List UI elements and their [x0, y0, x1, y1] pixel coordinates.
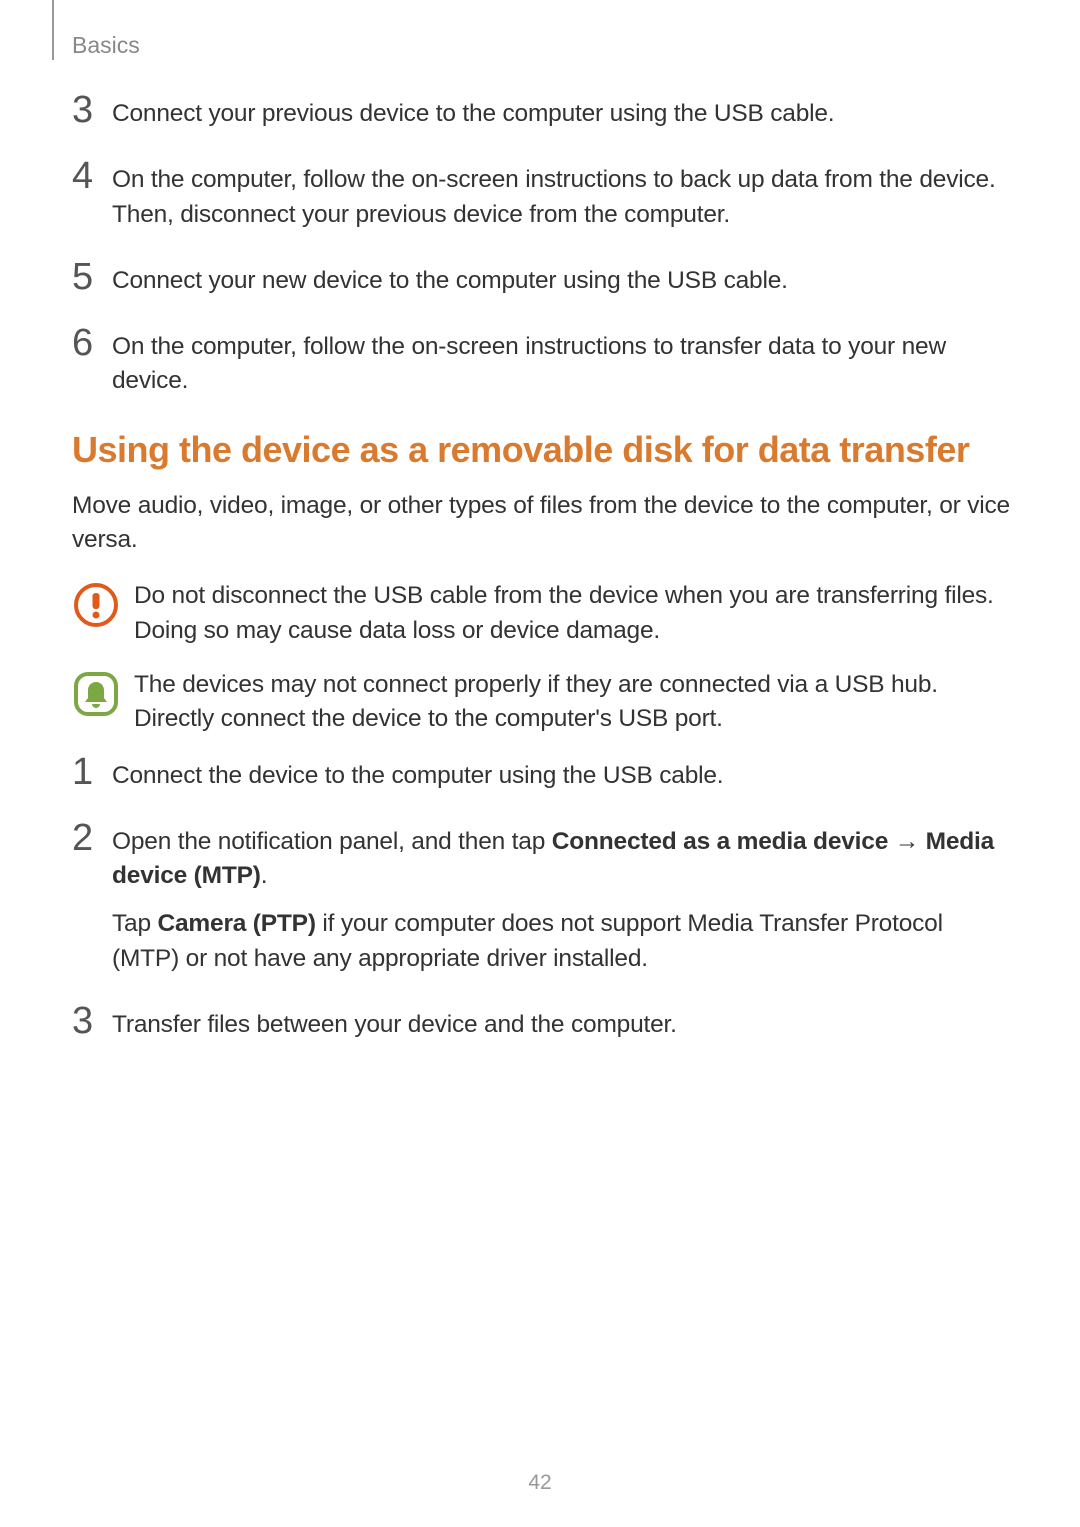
step-item: 2 Open the notification panel, and then … [72, 823, 1012, 976]
step-number: 6 [72, 324, 112, 362]
step-text: Connect your previous device to the comp… [112, 95, 834, 131]
step-text: On the computer, follow the on-screen in… [112, 328, 1012, 399]
step-number: 5 [72, 258, 112, 296]
page-number: 42 [0, 1471, 1080, 1495]
bold-text: Camera (PTP) [158, 910, 316, 937]
warning-icon [72, 581, 120, 629]
sub-paragraph: Tap Camera (PTP) if your computer does n… [112, 907, 1012, 976]
step-text: Transfer files between your device and t… [112, 1006, 677, 1042]
step-text: On the computer, follow the on-screen in… [112, 161, 1012, 232]
header-divider [52, 0, 54, 60]
page-content: 3 Connect your previous device to the co… [72, 95, 1012, 1072]
step-text: Open the notification panel, and then ta… [112, 823, 1012, 976]
step-number: 3 [72, 91, 112, 129]
arrow-symbol: → [888, 828, 926, 855]
step-item: 6 On the computer, follow the on-screen … [72, 328, 1012, 399]
step-number: 3 [72, 1002, 112, 1040]
step-number: 1 [72, 753, 112, 791]
notification-icon [72, 670, 120, 718]
header-section-label: Basics [72, 32, 140, 59]
step-text: Connect the device to the computer using… [112, 757, 723, 793]
warning-text: Do not disconnect the USB cable from the… [134, 579, 1012, 648]
step-item: 4 On the computer, follow the on-screen … [72, 161, 1012, 232]
step-item: 1 Connect the device to the computer usi… [72, 757, 1012, 793]
info-note: The devices may not connect properly if … [72, 668, 1012, 737]
info-text: The devices may not connect properly if … [134, 668, 1012, 737]
text-fragment: Open the notification panel, and then ta… [112, 828, 552, 855]
text-fragment: . [261, 862, 268, 889]
warning-note: Do not disconnect the USB cable from the… [72, 579, 1012, 648]
intro-paragraph: Move audio, video, image, or other types… [72, 489, 1012, 558]
step-item: 5 Connect your new device to the compute… [72, 262, 1012, 298]
step-text: Connect your new device to the computer … [112, 262, 788, 298]
step-number: 2 [72, 819, 112, 857]
section-heading: Using the device as a removable disk for… [72, 429, 1012, 471]
text-fragment: Tap [112, 910, 158, 937]
step-number: 4 [72, 157, 112, 195]
step-item: 3 Transfer files between your device and… [72, 1006, 1012, 1042]
bold-text: Connected as a media device [552, 828, 888, 855]
step-item: 3 Connect your previous device to the co… [72, 95, 1012, 131]
